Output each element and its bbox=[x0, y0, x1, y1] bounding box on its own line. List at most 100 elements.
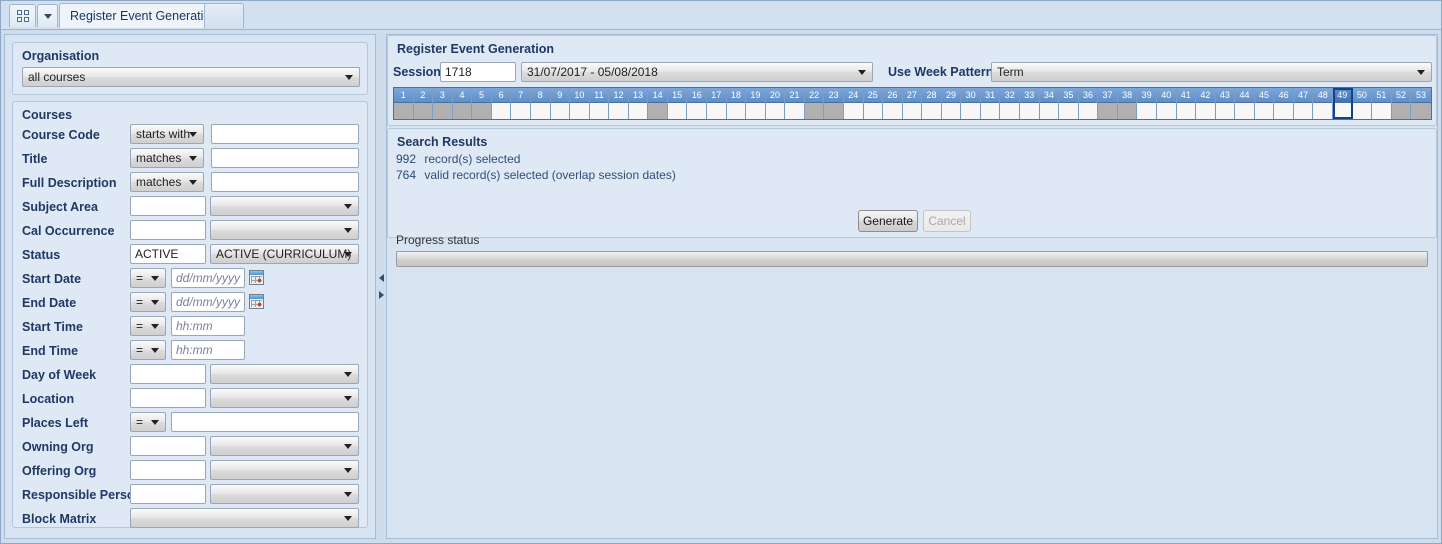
arrow-right-icon[interactable] bbox=[378, 291, 384, 299]
week-pattern-select[interactable]: Term bbox=[991, 62, 1432, 82]
week-state-cell[interactable] bbox=[511, 103, 530, 119]
panel-splitter[interactable] bbox=[376, 34, 386, 539]
offering-org-input[interactable] bbox=[130, 460, 206, 480]
week-state-cell[interactable] bbox=[550, 103, 570, 119]
week-cell-1[interactable]: 1 bbox=[394, 88, 414, 119]
week-state-cell[interactable] bbox=[707, 103, 726, 119]
week-state-cell[interactable] bbox=[746, 103, 765, 119]
week-cell-40[interactable]: 40 bbox=[1156, 88, 1177, 119]
week-state-cell[interactable] bbox=[1372, 103, 1391, 119]
week-state-cell[interactable] bbox=[570, 103, 589, 119]
week-state-cell[interactable] bbox=[472, 103, 491, 119]
week-state-cell[interactable] bbox=[1039, 103, 1059, 119]
responsible-person-select[interactable] bbox=[210, 484, 359, 504]
week-cell-7[interactable]: 7 bbox=[511, 88, 531, 119]
week-state-cell[interactable] bbox=[628, 103, 648, 119]
title-operator-select[interactable]: matches bbox=[130, 148, 204, 168]
end-time-operator-select[interactable]: = bbox=[130, 340, 166, 360]
week-cell-51[interactable]: 51 bbox=[1372, 88, 1392, 119]
week-selector-strip[interactable]: 1 2 3 4 5 6 7 8 9 10 11 12 13 14 15 16 17 18 19 20 21 22 23 24 2… bbox=[393, 87, 1432, 120]
week-state-cell[interactable] bbox=[648, 103, 667, 119]
week-state-cell[interactable] bbox=[843, 103, 863, 119]
week-state-cell[interactable] bbox=[1000, 103, 1019, 119]
week-cell-38[interactable]: 38 bbox=[1117, 88, 1138, 119]
offering-org-select[interactable] bbox=[210, 460, 359, 480]
week-cell-33[interactable]: 33 bbox=[1020, 88, 1040, 119]
cal-occurrence-select[interactable] bbox=[210, 220, 359, 240]
day-of-week-input[interactable] bbox=[130, 364, 206, 384]
end-date-input[interactable]: dd/mm/yyyy bbox=[171, 292, 245, 312]
day-of-week-select[interactable] bbox=[210, 364, 359, 384]
week-state-cell[interactable] bbox=[667, 103, 687, 119]
start-time-operator-select[interactable]: = bbox=[130, 316, 166, 336]
week-cell-19[interactable]: 19 bbox=[746, 88, 766, 119]
week-state-cell[interactable] bbox=[785, 103, 804, 119]
week-state-cell[interactable] bbox=[1235, 103, 1254, 119]
week-state-cell[interactable] bbox=[1274, 103, 1293, 119]
week-state-cell[interactable] bbox=[452, 103, 472, 119]
week-cell-6[interactable]: 6 bbox=[491, 88, 512, 119]
organisation-select[interactable]: all courses bbox=[22, 67, 360, 87]
session-input[interactable]: 1718 bbox=[440, 62, 516, 82]
week-cell-39[interactable]: 39 bbox=[1137, 88, 1157, 119]
week-cell-5[interactable]: 5 bbox=[472, 88, 492, 119]
full-description-operator-select[interactable]: matches bbox=[130, 172, 204, 192]
week-state-cell[interactable] bbox=[726, 103, 746, 119]
week-state-cell[interactable] bbox=[1313, 103, 1332, 119]
week-state-cell[interactable] bbox=[1176, 103, 1196, 119]
week-cell-28[interactable]: 28 bbox=[922, 88, 942, 119]
week-cell-47[interactable]: 47 bbox=[1293, 88, 1314, 119]
week-cell-46[interactable]: 46 bbox=[1274, 88, 1294, 119]
places-left-input[interactable] bbox=[171, 412, 359, 432]
start-time-input[interactable]: hh:mm bbox=[171, 316, 245, 336]
arrow-left-icon[interactable] bbox=[378, 274, 384, 282]
week-cell-32[interactable]: 32 bbox=[1000, 88, 1020, 119]
week-state-cell[interactable] bbox=[1391, 103, 1411, 119]
week-state-cell[interactable] bbox=[1254, 103, 1274, 119]
week-cell-34[interactable]: 34 bbox=[1039, 88, 1060, 119]
week-cell-44[interactable]: 44 bbox=[1235, 88, 1255, 119]
week-cell-9[interactable]: 9 bbox=[550, 88, 571, 119]
end-time-input[interactable]: hh:mm bbox=[171, 340, 245, 360]
week-cell-16[interactable]: 16 bbox=[687, 88, 707, 119]
week-cell-53[interactable]: 53 bbox=[1411, 88, 1431, 119]
week-cell-2[interactable]: 2 bbox=[413, 88, 434, 119]
owning-org-input[interactable] bbox=[130, 436, 206, 456]
places-left-operator-select[interactable]: = bbox=[130, 412, 166, 432]
week-cell-22[interactable]: 22 bbox=[804, 88, 825, 119]
location-select[interactable] bbox=[210, 388, 359, 408]
week-cell-4[interactable]: 4 bbox=[452, 88, 473, 119]
week-cell-42[interactable]: 42 bbox=[1196, 88, 1216, 119]
course-code-operator-select[interactable]: starts with bbox=[130, 124, 204, 144]
week-state-cell[interactable] bbox=[1117, 103, 1137, 119]
week-cell-21[interactable]: 21 bbox=[785, 88, 805, 119]
week-state-cell[interactable] bbox=[530, 103, 550, 119]
week-state-cell[interactable] bbox=[883, 103, 902, 119]
grid-view-button[interactable] bbox=[9, 4, 36, 27]
week-state-cell[interactable] bbox=[1098, 103, 1117, 119]
week-state-cell[interactable] bbox=[1333, 103, 1352, 119]
week-state-cell[interactable] bbox=[961, 103, 980, 119]
responsible-person-input[interactable] bbox=[130, 484, 206, 504]
week-cell-30[interactable]: 30 bbox=[961, 88, 981, 119]
status-select[interactable]: ACTIVE (CURRICULUM) bbox=[210, 244, 359, 264]
week-state-cell[interactable] bbox=[1137, 103, 1156, 119]
week-cell-11[interactable]: 11 bbox=[589, 88, 610, 119]
full-description-input[interactable] bbox=[211, 172, 359, 192]
session-date-range-select[interactable]: 31/07/2017 - 05/08/2018 bbox=[521, 62, 873, 82]
week-state-cell[interactable] bbox=[824, 103, 843, 119]
week-state-cell[interactable] bbox=[491, 103, 511, 119]
end-date-calendar-icon[interactable] bbox=[249, 294, 264, 309]
week-cell-17[interactable]: 17 bbox=[707, 88, 727, 119]
week-cell-24[interactable]: 24 bbox=[843, 88, 864, 119]
week-state-cell[interactable] bbox=[1352, 103, 1372, 119]
week-cell-50[interactable]: 50 bbox=[1352, 88, 1373, 119]
block-matrix-select[interactable] bbox=[130, 508, 359, 528]
week-cell-31[interactable]: 31 bbox=[980, 88, 1001, 119]
week-cell-25[interactable]: 25 bbox=[863, 88, 884, 119]
cal-occurrence-input[interactable] bbox=[130, 220, 206, 240]
week-cell-36[interactable]: 36 bbox=[1078, 88, 1099, 119]
tab-register-event-generation[interactable]: Register Event Generation bbox=[59, 3, 229, 28]
tab-empty[interactable] bbox=[204, 3, 244, 28]
subject-area-select[interactable] bbox=[210, 196, 359, 216]
